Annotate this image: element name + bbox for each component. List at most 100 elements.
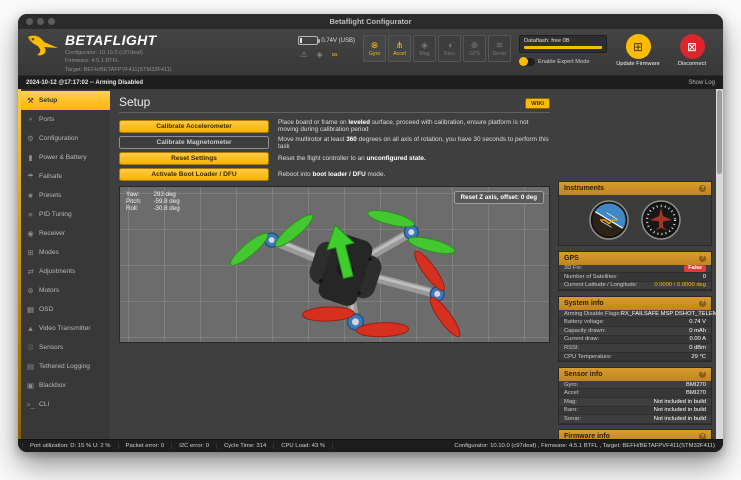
sonar-icon: ≋	[495, 39, 504, 50]
sidebar-item-motors[interactable]: ⊛ Motors	[21, 281, 110, 300]
instruments-panel: Instruments ?	[558, 181, 712, 246]
reset-settings-button[interactable]: Reset Settings	[119, 152, 269, 165]
system-row-rssi: RSSI: 0 dBm	[559, 344, 711, 353]
pitch-label: Pitch:	[126, 197, 142, 205]
sidebar-item-blackbox[interactable]: ▣ Blackbox	[21, 376, 110, 395]
sidebar-item-pid-tuning[interactable]: ≡ PID Tuning	[21, 205, 110, 224]
sidebar-item-ports[interactable]: ⚡ Ports	[21, 110, 110, 129]
model-viewport[interactable]: Yaw: 293 deg Pitch: -59.8 deg Roll: -30.8 d…	[119, 185, 550, 343]
info-column: Instruments ? GPS ? 3D Fix: False Number…	[558, 89, 718, 452]
sensor-status-mag: ◈ Mag	[413, 35, 436, 62]
sidebar-item-video-transmitter[interactable]: ▲ Video Transmitter	[21, 319, 110, 338]
show-log-button[interactable]: Show Log	[688, 80, 715, 86]
sensor-row-sonar: Sonar: Not included in build	[559, 415, 711, 424]
accel-icon: ⋔	[395, 39, 404, 50]
battery-voltage-label: 0.74V (USB)	[321, 37, 355, 44]
reset-settings-description: Reset the flight controller to an unconf…	[278, 155, 426, 162]
calibrate-mag-row: Calibrate Magnetometer Move multirotor a…	[119, 136, 550, 150]
mag-icon: ◈	[421, 39, 428, 50]
battery-icon	[298, 36, 321, 45]
firmware-chip-icon: ⊞	[632, 39, 644, 54]
main-content: Setup WIKI Calibrate Accelerometer Place…	[110, 89, 558, 439]
receiver-icon: ◉	[27, 229, 34, 238]
sidebar-item-modes[interactable]: ⊞ Modes	[21, 243, 110, 262]
sensor-info-panel: Sensor info ? Gyro: BMI270 Accel: BMI270 M…	[558, 366, 712, 425]
status-packet-error: Packet error: 0	[119, 443, 173, 449]
toggle-knob	[519, 57, 528, 66]
gyro-icon: ⊗	[370, 39, 379, 50]
calibrate-accel-description: Place board or frame on leveled surface,…	[278, 119, 529, 133]
titlebar: Betaflight Configurator	[18, 14, 723, 29]
sidebar-item-setup[interactable]: ⚒ Setup	[21, 91, 110, 110]
sidebar: ⚒ Setup ⚡ Ports ⚙ Configuration ▮ Power & Ba…	[21, 89, 110, 439]
sensor-status-sonar: ≋ Sonar	[488, 35, 511, 62]
expert-mode-toggle[interactable]	[519, 57, 535, 66]
sidebar-item-failsafe[interactable]: ☂ Failsafe	[21, 167, 110, 186]
star-icon: ★	[27, 191, 34, 200]
log-bar: 2024-10-12 @17:17:02 -- Arming Disabled …	[18, 76, 723, 89]
configurator-version: Configurator: 10.10.0 (c97deaf)	[65, 50, 143, 56]
window-title: Betaflight Configurator	[329, 17, 412, 26]
traffic-lights	[26, 18, 55, 25]
drone-model	[120, 187, 549, 342]
zoom-window-button[interactable]	[48, 18, 55, 25]
sidebar-item-sensors[interactable]: ☉ Sensors	[21, 338, 110, 357]
sidebar-item-tethered-logging[interactable]: ▤ Tethered Logging	[21, 357, 110, 376]
dataflash-bar	[524, 46, 602, 49]
calibrate-magnetometer-button[interactable]: Calibrate Magnetometer	[119, 136, 269, 149]
activate-bootloader-button[interactable]: Activate Boot Loader / DFU	[119, 167, 269, 181]
gps-fix-badge: False	[684, 264, 706, 272]
sensor-row-accel: Accel: BMI270	[559, 389, 711, 399]
sidebar-item-configuration[interactable]: ⚙ Configuration	[21, 129, 110, 148]
expert-mode-label: Enable Expert Mode	[538, 58, 590, 65]
help-icon[interactable]: ?	[699, 370, 706, 378]
logging-icon: ▤	[26, 362, 35, 371]
signal-icon: ◈	[316, 50, 323, 59]
logo-block: BETAFLIGHT Configurator: 10.10.0 (c97dea…	[26, 33, 172, 74]
sensor-row-baro: Baro: Not included in build	[559, 406, 711, 416]
header: BETAFLIGHT Configurator: 10.10.0 (c97dea…	[18, 29, 723, 76]
gear-icon: ⚙	[27, 134, 34, 143]
sensor-info-title: Sensor info	[564, 370, 603, 378]
wrench-icon: ⚒	[27, 96, 34, 105]
antenna-icon: ▲	[26, 324, 35, 333]
sidebar-item-receiver[interactable]: ◉ Receiver	[21, 224, 110, 243]
sidebar-item-osd[interactable]: ▦ OSD	[21, 300, 110, 319]
reset-z-axis-button[interactable]: Reset Z axis, offset: 0 deg	[453, 190, 544, 204]
calibrate-accelerometer-button[interactable]: Calibrate Accelerometer	[119, 119, 269, 133]
sidebar-item-adjustments[interactable]: ⇄ Adjustments	[21, 262, 110, 281]
betaflight-bird-icon	[28, 35, 58, 56]
modes-icon: ⊞	[27, 248, 34, 257]
help-icon[interactable]: ?	[699, 185, 706, 192]
sidebar-item-power-battery[interactable]: ▮ Power & Battery	[21, 148, 110, 167]
sensor-status-gyro: ⊗ Gyro	[363, 35, 386, 62]
system-row-current: Current draw: 0.00 A	[559, 335, 711, 345]
scrollbar-thumb[interactable]	[717, 90, 722, 174]
status-port-utilization: Port utilization: D: 15 % U: 2 %	[22, 443, 119, 449]
system-row-arming-flags: Arming Disable Flags: RX_FAILSAFE MSP DSH…	[559, 309, 718, 319]
wiki-button[interactable]: WIKI	[525, 98, 550, 109]
help-icon[interactable]: ?	[699, 254, 706, 262]
dataflash-indicator: Dataflash: free 0B	[519, 35, 607, 53]
roll-label: Roll:	[126, 204, 139, 212]
sensor-status-accel: ⋔ Accel	[388, 35, 411, 62]
sidebar-item-presets[interactable]: ★ Presets	[21, 186, 110, 205]
system-info-title: System info	[564, 299, 604, 307]
sidebar-item-cli[interactable]: >_ CLI	[21, 395, 110, 414]
sensors-tab-icon: ☉	[27, 343, 34, 352]
system-row-cpu-temp: CPU Temperature: 29 °C	[559, 352, 711, 362]
bootloader-row: Activate Boot Loader / DFU Reboot into b…	[119, 167, 550, 181]
adjustments-icon: ⇄	[27, 267, 34, 276]
osd-screen-icon: ▦	[26, 305, 35, 314]
vertical-scrollbar[interactable]	[716, 89, 723, 439]
disconnect-button[interactable]: ⊠ Disconnect	[669, 34, 715, 68]
yaw-label: Yaw:	[126, 190, 140, 198]
help-icon[interactable]: ?	[699, 299, 706, 307]
gps-icon: ⊕	[470, 39, 479, 50]
blackbox-icon: ▣	[26, 381, 35, 390]
close-window-button[interactable]	[26, 18, 33, 25]
system-row-capacity: Capacity drawn: 0 mAh	[559, 326, 711, 336]
update-firmware-button[interactable]: ⊞ Update Firmware	[615, 34, 661, 68]
dataflash-label: Dataflash: free 0B	[524, 38, 570, 44]
minimize-window-button[interactable]	[37, 18, 44, 25]
